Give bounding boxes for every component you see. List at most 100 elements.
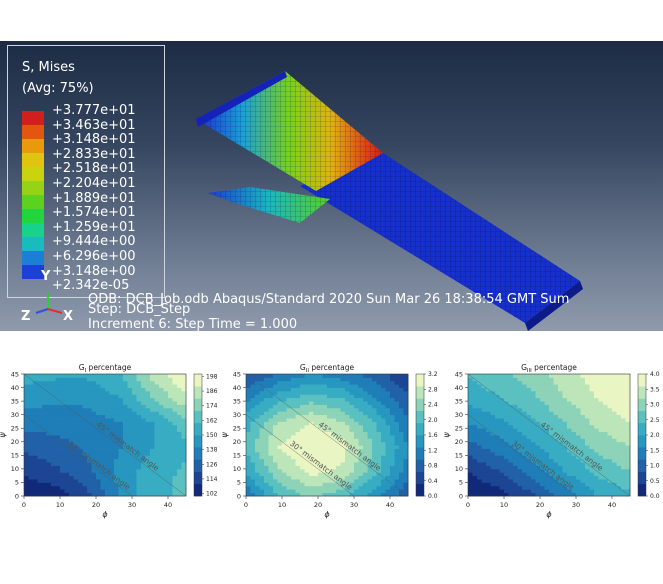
heatmap-cell: [517, 462, 523, 466]
heatmap-cell: [468, 401, 473, 405]
heatmap-cell: [246, 424, 251, 429]
heatmap-cell: [504, 445, 509, 449]
heatmap-cell: [385, 438, 391, 443]
heatmap-cell: [163, 414, 169, 419]
heatmap-cell: [141, 421, 146, 426]
heatmap-cell: [540, 387, 545, 392]
heatmap-cell: [33, 414, 38, 419]
heatmap-cell: [55, 387, 61, 392]
heatmap-cell: [603, 428, 608, 433]
heatmap-cell: [495, 387, 500, 392]
heatmap-cell: [477, 451, 482, 456]
heatmap-cell: [385, 421, 391, 426]
heatmap-cell: [327, 411, 332, 416]
heatmap-cell: [295, 404, 301, 409]
heatmap-cell: [282, 414, 287, 419]
heatmap-cell: [313, 377, 319, 382]
heatmap-cell: [141, 438, 146, 443]
heatmap-cell: [558, 445, 563, 449]
heatmap-cell: [313, 411, 319, 416]
heatmap-cell: [295, 380, 301, 385]
heatmap-cell: [286, 448, 292, 453]
heatmap-cell: [495, 451, 500, 456]
heatmap-cell: [37, 482, 43, 487]
heatmap-cell: [381, 384, 386, 388]
heatmap-cell: [621, 390, 626, 395]
heatmap-cell: [567, 404, 572, 409]
heatmap-cell: [585, 441, 590, 446]
heatmap-cell: [598, 411, 604, 416]
heatmap-cell: [616, 441, 622, 446]
heatmap-cell: [394, 377, 400, 382]
heatmap-cell: [486, 394, 491, 399]
heatmap-cell: [28, 475, 34, 480]
heatmap-cell: [603, 458, 608, 463]
heatmap-cell: [277, 445, 283, 449]
heatmap-cell: [363, 472, 368, 477]
heatmap-cell: [481, 465, 487, 470]
heatmap-cell: [51, 424, 56, 429]
heatmap-cell: [490, 414, 496, 419]
heatmap-cell: [268, 462, 274, 466]
heatmap-cell: [136, 441, 142, 446]
heatmap-cell: [145, 472, 151, 477]
heatmap-cell: [55, 424, 61, 429]
heatmap-cell: [376, 397, 382, 402]
heatmap-cell: [250, 380, 256, 385]
heatmap-cell: [255, 472, 260, 477]
heatmap-cell: [73, 397, 79, 402]
heatmap-cell: [282, 374, 287, 378]
heatmap-cell: [403, 482, 409, 487]
heatmap-cell: [385, 390, 391, 395]
heatmap-cell: [558, 458, 563, 463]
heatmap-cell: [612, 475, 617, 480]
heatmap-cell: [571, 377, 577, 382]
heatmap-cell: [55, 421, 61, 426]
heatmap-cell: [345, 468, 350, 473]
heatmap-cell: [318, 387, 323, 392]
heatmap-cell: [181, 428, 187, 433]
heatmap-cell: [64, 489, 70, 494]
heatmap-cell: [544, 387, 550, 392]
heatmap-cell: [60, 397, 65, 402]
heatmap-cell: [181, 387, 187, 392]
heatmap-cell: [544, 441, 550, 446]
heatmap-cell: [598, 421, 604, 426]
heatmap-cell: [37, 390, 43, 395]
heatmap-cell: [363, 424, 368, 429]
heatmap-cell: [51, 489, 56, 494]
heatmap-cell: [150, 441, 155, 446]
heatmap-cell: [486, 435, 491, 439]
heatmap-cell: [255, 485, 260, 490]
heatmap-cell: [141, 401, 146, 405]
heatmap-cell: [300, 465, 305, 470]
heatmap-cell: [123, 374, 128, 378]
heatmap-cell: [540, 475, 545, 480]
heatmap-cell: [531, 468, 536, 473]
heatmap-cell: [268, 428, 274, 433]
heatmap-cell: [123, 418, 128, 422]
heatmap-cell: [78, 404, 83, 409]
heatmap-cell: [309, 397, 314, 402]
heatmap-cell: [540, 404, 545, 409]
heatmap-cell: [376, 431, 382, 436]
heatmap-cell: [123, 472, 128, 477]
heatmap-cell: [394, 475, 400, 480]
heatmap-cell: [367, 377, 373, 382]
heatmap-cell: [490, 455, 496, 460]
heatmap-cell: [154, 421, 160, 426]
heatmap-cell: [571, 424, 577, 429]
heatmap-cell: [282, 428, 287, 433]
heatmap-cell: [394, 384, 400, 388]
heatmap-cell: [331, 441, 337, 446]
heatmap-cell: [172, 465, 178, 470]
heatmap-cell: [390, 418, 395, 422]
heatmap-cell: [123, 387, 128, 392]
heatmap-cell: [42, 407, 47, 412]
heatmap-cell: [598, 390, 604, 395]
heatmap-cell: [331, 418, 337, 422]
heatmap-cell: [64, 455, 70, 460]
heatmap-cell: [472, 424, 478, 429]
colorbar-tick-label: 114: [206, 476, 218, 483]
heatmap-cell: [60, 424, 65, 429]
